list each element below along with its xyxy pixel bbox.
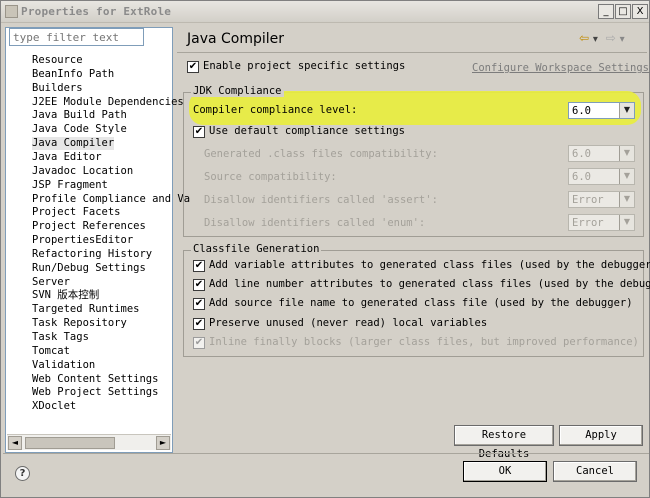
page-title: Java Compiler xyxy=(187,31,285,47)
cf-inline-label: Inline finally blocks (larger class file… xyxy=(209,336,639,348)
configure-workspace-link[interactable]: Configure Workspace Settings... xyxy=(472,62,650,74)
enum-select[interactable]: Error ▼ xyxy=(568,214,635,231)
tree-item[interactable]: Targeted Runtimes xyxy=(32,303,139,316)
generated-compat-select[interactable]: 6.0 ▼ xyxy=(568,145,635,162)
back-menu-icon[interactable]: ▾ xyxy=(593,34,598,45)
chevron-down-icon[interactable]: ▼ xyxy=(619,146,634,161)
tree-item[interactable]: Project References xyxy=(32,220,146,233)
compliance-level-value: 6.0 xyxy=(572,105,591,117)
ok-button[interactable]: OK xyxy=(463,461,547,482)
cf-variable-checkbox[interactable]: ✔ xyxy=(193,260,205,272)
scroll-left-icon[interactable]: ◄ xyxy=(8,436,22,450)
close-button[interactable]: X xyxy=(632,4,648,19)
use-default-checkbox[interactable]: ✔ xyxy=(193,126,205,138)
tree-item[interactable]: Java Build Path xyxy=(32,109,127,122)
classfile-generation-legend: Classfile Generation xyxy=(191,243,322,255)
tree-item[interactable]: Tomcat xyxy=(32,345,70,358)
tree-item[interactable]: BeanInfo Path xyxy=(32,68,114,81)
cf-variable-label: Add variable attributes to generated cla… xyxy=(209,259,650,271)
header-separator xyxy=(177,52,647,53)
cf-line-label: Add line number attributes to generated … xyxy=(209,278,650,290)
scroll-thumb[interactable] xyxy=(25,437,115,449)
help-icon[interactable]: ? xyxy=(15,466,30,481)
enum-value: Error xyxy=(572,217,604,229)
apply-button[interactable]: Apply xyxy=(559,425,643,446)
back-arrow-icon[interactable]: ⇦ xyxy=(579,31,589,45)
cf-preserve-label: Preserve unused (never read) local varia… xyxy=(209,317,488,329)
compliance-level-select[interactable]: 6.0 ▼ xyxy=(568,102,635,119)
tree-item[interactable]: Refactoring History xyxy=(32,248,152,261)
minimize-button[interactable]: _ xyxy=(598,4,614,19)
tree-item[interactable]: Task Tags xyxy=(32,331,89,344)
tree-item[interactable]: Builders xyxy=(32,82,83,95)
restore-defaults-button[interactable]: Restore Defaults xyxy=(454,425,554,460)
tree-item[interactable]: Run/Debug Settings xyxy=(32,262,146,275)
maximize-button[interactable]: □ xyxy=(615,4,631,19)
tree-item[interactable]: Validation xyxy=(32,359,95,372)
app-icon xyxy=(5,5,18,18)
tree-item[interactable]: Project Facets xyxy=(32,206,121,219)
properties-dialog: Properties for ExtRole _ □ X ResourceBea… xyxy=(0,0,650,498)
tree-item[interactable]: PropertiesEditor xyxy=(32,234,133,247)
assert-label: Disallow identifiers called 'assert': xyxy=(204,194,438,206)
forward-arrow-icon[interactable]: ⇨ xyxy=(606,31,616,45)
enum-label: Disallow identifiers called 'enum': xyxy=(204,217,426,229)
title-bar: Properties for ExtRole _ □ X xyxy=(1,1,649,23)
forward-menu-icon[interactable]: ▾ xyxy=(620,34,625,45)
scroll-right-icon[interactable]: ► xyxy=(156,436,170,450)
window-title: Properties for ExtRole xyxy=(21,5,172,18)
tree-item[interactable]: Web Content Settings xyxy=(32,373,158,386)
chevron-down-icon[interactable]: ▼ xyxy=(619,103,634,118)
tree-horizontal-scrollbar[interactable]: ◄ ► xyxy=(7,434,171,450)
use-default-label: Use default compliance settings xyxy=(209,125,405,137)
assert-value: Error xyxy=(572,194,604,206)
cf-source-label: Add source file name to generated class … xyxy=(209,297,633,309)
compliance-level-label: Compiler compliance level: xyxy=(193,104,358,116)
source-compat-select[interactable]: 6.0 ▼ xyxy=(568,168,635,185)
tree-item[interactable]: Server xyxy=(32,276,70,289)
tree-item[interactable]: Task Repository xyxy=(32,317,127,330)
cf-inline-checkbox[interactable]: ✔ xyxy=(193,337,205,349)
source-compat-label: Source compatibility: xyxy=(204,171,337,183)
tree-item[interactable]: Java Code Style xyxy=(32,123,127,136)
enable-specific-checkbox[interactable]: ✔ xyxy=(187,61,199,73)
footer-separator xyxy=(3,453,649,454)
source-compat-value: 6.0 xyxy=(572,171,591,183)
tree-item[interactable]: XDoclet xyxy=(32,400,76,413)
tree-item[interactable]: Resource xyxy=(32,54,83,67)
jdk-compliance-legend: JDK Compliance xyxy=(191,85,284,97)
generated-compat-label: Generated .class files compatibility: xyxy=(204,148,438,160)
tree-item[interactable]: SVN 版本控制 xyxy=(32,289,99,302)
enable-specific-label: Enable project specific settings xyxy=(203,60,406,72)
nav-arrows: ⇦ ▾ ⇨ ▾ xyxy=(579,31,625,45)
chevron-down-icon[interactable]: ▼ xyxy=(619,169,634,184)
chevron-down-icon[interactable]: ▼ xyxy=(619,215,634,230)
tree-item[interactable]: Java Compiler xyxy=(32,137,115,151)
cf-preserve-checkbox[interactable]: ✔ xyxy=(193,318,205,330)
chevron-down-icon[interactable]: ▼ xyxy=(619,192,634,207)
assert-select[interactable]: Error ▼ xyxy=(568,191,635,208)
generated-compat-value: 6.0 xyxy=(572,148,591,160)
tree-item[interactable]: Javadoc Location xyxy=(32,165,133,178)
filter-input[interactable] xyxy=(9,28,144,46)
tree-item[interactable]: J2EE Module Dependencies xyxy=(32,96,184,109)
cancel-button[interactable]: Cancel xyxy=(553,461,637,482)
tree-item[interactable]: JSP Fragment xyxy=(32,179,108,192)
tree-item[interactable]: Java Editor xyxy=(32,151,102,164)
cf-line-checkbox[interactable]: ✔ xyxy=(193,279,205,291)
tree-item[interactable]: Web Project Settings xyxy=(32,386,158,399)
tree-item[interactable]: Profile Compliance and Va xyxy=(32,193,190,206)
cf-source-checkbox[interactable]: ✔ xyxy=(193,298,205,310)
